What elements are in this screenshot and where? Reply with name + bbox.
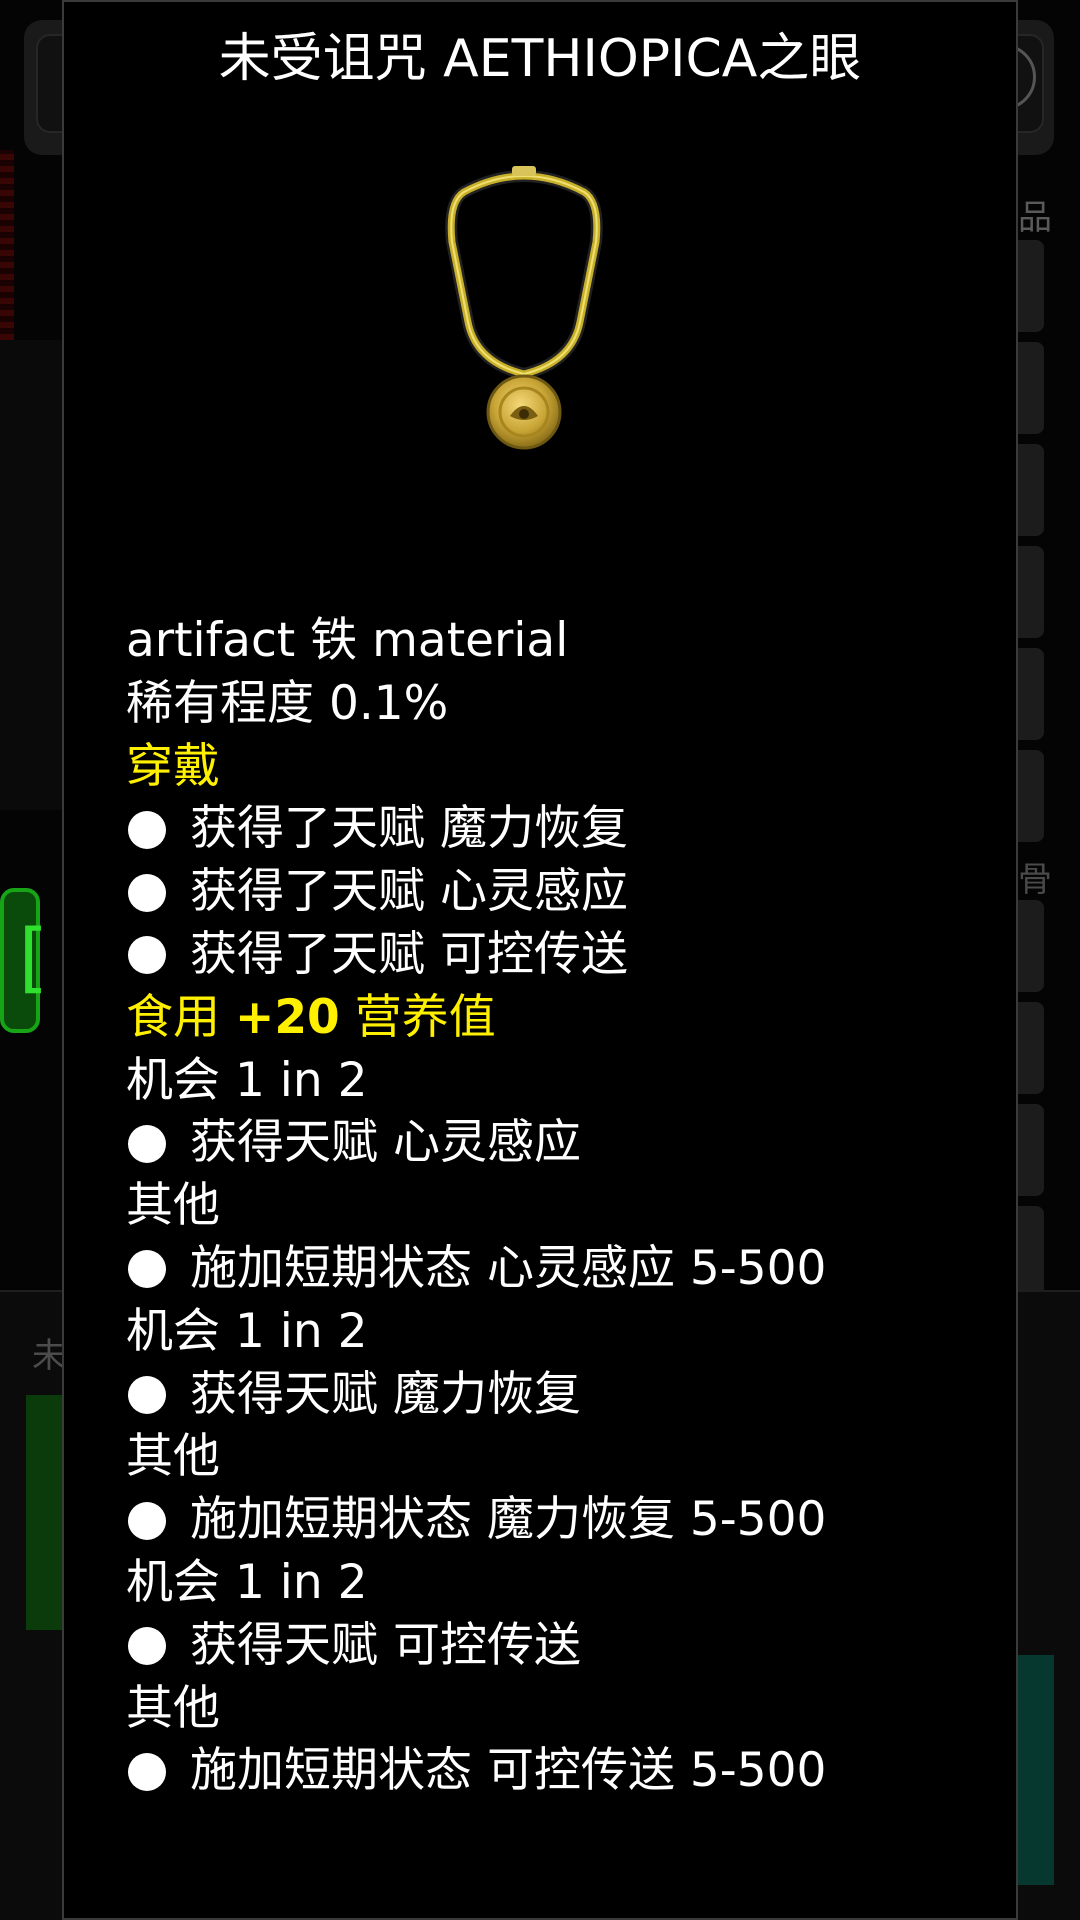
- chance-effect: 获得天赋 可控传送: [126, 1615, 826, 1678]
- otherwise-effect-text: 施加短期状态 魔力恢复 5-500: [190, 1492, 827, 1548]
- background-slot[interactable]: [1018, 342, 1044, 434]
- rarity-line: 稀有程度 0.1%: [126, 675, 449, 731]
- bullet-icon: [128, 1501, 166, 1540]
- background-left-label: 未: [32, 1336, 66, 1376]
- otherwise-line: 其他: [126, 1429, 220, 1485]
- background-slot[interactable]: [1018, 1002, 1044, 1094]
- eat-heading: 食用 +20 营养值: [126, 987, 826, 1050]
- otherwise-line: 其他: [126, 1680, 220, 1736]
- otherwise-line: 其他: [126, 1178, 220, 1234]
- wear-effect-text: 获得了天赋 心灵感应: [190, 864, 628, 920]
- nutrition-value: +20: [234, 989, 340, 1045]
- wear-effect-text: 获得了天赋 可控传送: [190, 926, 628, 982]
- bracket-glyph: [: [8, 912, 54, 1001]
- bullet-icon: [128, 810, 166, 849]
- wear-effect: 获得了天赋 魔力恢复: [126, 798, 826, 861]
- chance-effect: 获得天赋 心灵感应: [126, 1112, 826, 1175]
- bullet-icon: [128, 1124, 166, 1163]
- otherwise-effect-text: 施加短期状态 心灵感应 5-500: [190, 1240, 827, 1296]
- background-slot[interactable]: [1018, 648, 1044, 740]
- otherwise-effect: 施加短期状态 可控传送 5-500: [126, 1740, 826, 1803]
- amulet-necklace-icon: [445, 166, 603, 450]
- background-teal-button[interactable]: [1018, 1655, 1054, 1885]
- item-properties: artifact 铁 material 稀有程度 0.1% 穿戴 获得了天赋 魔…: [126, 610, 826, 1803]
- otherwise-effect: 施加短期状态 魔力恢复 5-500: [126, 1489, 826, 1552]
- chance-effect-text: 获得天赋 魔力恢复: [190, 1366, 581, 1422]
- wear-effect: 获得了天赋 可控传送: [126, 924, 826, 987]
- background-green-panel: [26, 1395, 64, 1630]
- background-slot[interactable]: [1018, 240, 1044, 332]
- background-slot[interactable]: [1018, 900, 1044, 992]
- wear-effect: 获得了天赋 心灵感应: [126, 861, 826, 924]
- background-slot[interactable]: [1018, 750, 1044, 842]
- eat-heading-suffix: 营养值: [339, 989, 496, 1045]
- background-slot[interactable]: [1018, 1104, 1044, 1196]
- bullet-icon: [128, 873, 166, 912]
- background-slot[interactable]: [1018, 444, 1044, 536]
- background-slot[interactable]: [1018, 1206, 1044, 1298]
- background-right-label-2: 骨: [1018, 860, 1052, 900]
- eat-heading-prefix: 食用: [126, 989, 235, 1045]
- bullet-icon: [128, 1375, 166, 1414]
- chance-effect: 获得天赋 魔力恢复: [126, 1364, 826, 1427]
- background-left-panel: [0, 340, 62, 810]
- wear-effect-text: 获得了天赋 魔力恢复: [190, 801, 628, 857]
- chance-effect-text: 获得天赋 心灵感应: [190, 1115, 581, 1171]
- bullet-icon: [128, 1250, 166, 1289]
- otherwise-effect: 施加短期状态 心灵感应 5-500: [126, 1238, 826, 1301]
- background-right-label: 品: [1018, 198, 1052, 238]
- bullet-icon: [128, 1752, 166, 1791]
- bullet-icon: [128, 1627, 166, 1666]
- background-green-button[interactable]: [: [0, 888, 54, 1033]
- chance-line: 机会 1 in 2: [126, 1303, 368, 1359]
- otherwise-effect-text: 施加短期状态 可控传送 5-500: [190, 1743, 827, 1799]
- material-line: artifact 铁 material: [126, 613, 569, 668]
- game-screen: [ 未 品 骨 未受诅咒 AETHIOPICA之眼 artifact 铁 mat…: [0, 0, 1080, 1920]
- item-detail-dialog: 未受诅咒 AETHIOPICA之眼 artifact 铁 material 稀有…: [62, 0, 1018, 1920]
- chance-line: 机会 1 in 2: [126, 1554, 368, 1610]
- background-red-stripe: [0, 150, 14, 340]
- bullet-icon: [128, 936, 166, 975]
- item-title: 未受诅咒 AETHIOPICA之眼: [218, 29, 862, 89]
- wear-heading: 穿戴: [126, 738, 220, 794]
- background-slot[interactable]: [1018, 546, 1044, 638]
- chance-effect-text: 获得天赋 可控传送: [190, 1617, 581, 1673]
- chance-line: 机会 1 in 2: [126, 1052, 368, 1108]
